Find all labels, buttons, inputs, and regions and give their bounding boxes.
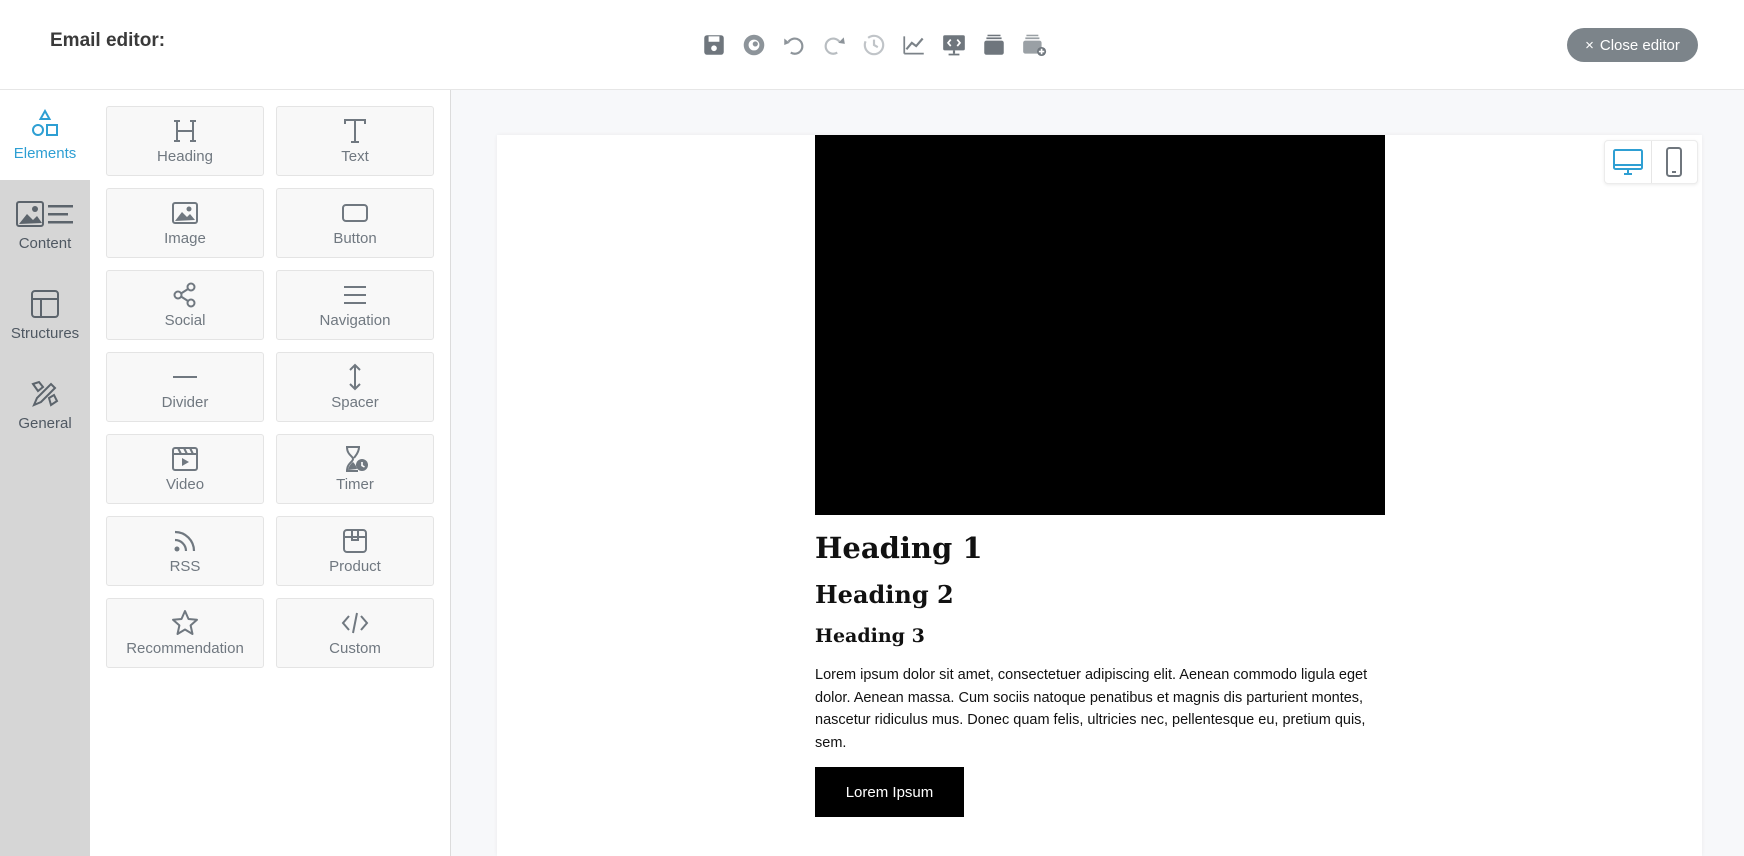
sidebar-item-label: Structures: [10, 324, 80, 342]
element-tile-label: Video: [165, 476, 205, 493]
element-tile-divider[interactable]: Divider: [106, 352, 264, 422]
save-icon: [704, 35, 724, 55]
recommendation-icon: [172, 610, 198, 635]
element-tile-label: Custom: [329, 640, 381, 657]
close-editor-button[interactable]: × Close editor: [1567, 28, 1698, 62]
video-block[interactable]: [815, 135, 1385, 515]
element-tile-video[interactable]: Video: [106, 434, 264, 504]
mobile-icon: [1666, 147, 1683, 177]
preview-icon: [743, 34, 765, 56]
save-template-button[interactable]: [1018, 29, 1050, 61]
navigation-icon: [344, 286, 366, 304]
redo-button[interactable]: [818, 29, 850, 61]
image-icon: [172, 202, 198, 224]
element-tile-label: Image: [164, 230, 206, 247]
email-heading-1[interactable]: Heading 1: [815, 531, 983, 565]
elements-panel: Heading Text Image Button Social Navigat…: [90, 90, 451, 856]
element-tile-label: Navigation: [319, 312, 391, 329]
save-template-icon: [1023, 34, 1047, 57]
close-editor-label: Close editor: [1599, 36, 1680, 54]
top-bar: Email editor: × Close editor: [0, 0, 1744, 90]
email-canvas: Heading 1 Heading 2 Heading 3 Lorem ipsu…: [451, 90, 1744, 856]
editor-title: Email editor:: [50, 30, 166, 51]
email-cta-button[interactable]: Lorem Ipsum: [815, 767, 964, 817]
element-tile-label: Button: [333, 230, 377, 247]
element-tile-custom[interactable]: Custom: [276, 598, 434, 668]
analytics-button[interactable]: [898, 29, 930, 61]
element-tile-label: Spacer: [331, 394, 379, 411]
element-tile-label: Text: [341, 148, 369, 165]
element-tile-rss[interactable]: RSS: [106, 516, 264, 586]
element-tile-button[interactable]: Button: [276, 188, 434, 258]
spacer-icon: [349, 363, 361, 391]
video-icon: [172, 447, 198, 471]
element-tile-product[interactable]: Product: [276, 516, 434, 586]
element-tile-text[interactable]: Text: [276, 106, 434, 176]
code-view-icon: [943, 35, 965, 56]
sidebar-item-general[interactable]: General: [0, 360, 90, 450]
preview-button[interactable]: [738, 29, 770, 61]
divider-icon: [173, 376, 197, 378]
element-tile-label: Timer: [336, 476, 374, 493]
undo-icon: [784, 37, 804, 55]
sidebar-item-content[interactable]: Content: [0, 180, 90, 270]
rss-icon: [174, 530, 196, 552]
toolbar: [698, 28, 1050, 62]
undo-button[interactable]: [778, 29, 810, 61]
history-icon: [863, 34, 885, 56]
templates-button[interactable]: [978, 29, 1010, 61]
element-tile-social[interactable]: Social: [106, 270, 264, 340]
save-button[interactable]: [698, 29, 730, 61]
sidebar-item-elements[interactable]: Elements: [0, 90, 90, 180]
element-tile-label: Social: [164, 312, 206, 329]
element-tile-image[interactable]: Image: [106, 188, 264, 258]
device-toggle: [1604, 140, 1698, 184]
sidebar-item-structures[interactable]: Structures: [0, 270, 90, 360]
desktop-icon: [1612, 149, 1643, 175]
email-paragraph[interactable]: Lorem ipsum dolor sit amet, consectetuer…: [815, 664, 1385, 754]
custom-code-icon: [341, 612, 369, 634]
sidebar-item-label: Content: [18, 234, 72, 252]
element-tile-timer[interactable]: Timer: [276, 434, 434, 504]
product-icon: [343, 529, 367, 553]
element-tile-label: Divider: [161, 394, 209, 411]
heading-icon: [174, 120, 196, 142]
element-tile-label: Heading: [157, 148, 213, 165]
mobile-view-button[interactable]: [1650, 141, 1697, 183]
history-button[interactable]: [858, 29, 890, 61]
text-icon: [344, 119, 366, 143]
sidebar-item-label: General: [18, 414, 72, 432]
element-tile-recommendation[interactable]: Recommendation: [106, 598, 264, 668]
element-tile-spacer[interactable]: Spacer: [276, 352, 434, 422]
templates-icon: [984, 34, 1004, 55]
elements-icon: [32, 108, 58, 136]
element-tile-heading[interactable]: Heading: [106, 106, 264, 176]
email-sheet: Heading 1 Heading 2 Heading 3 Lorem ipsu…: [497, 135, 1702, 856]
analytics-icon: [903, 36, 924, 55]
social-icon: [173, 282, 196, 308]
desktop-view-button[interactable]: [1605, 141, 1651, 183]
sidebar-item-label: Elements: [13, 144, 77, 162]
code-view-button[interactable]: [938, 29, 970, 61]
email-heading-2[interactable]: Heading 2: [815, 580, 954, 609]
general-icon: [31, 380, 59, 407]
email-heading-3[interactable]: Heading 3: [815, 625, 925, 647]
button-icon: [342, 204, 368, 222]
structures-icon: [31, 289, 59, 318]
element-tile-label: RSS: [169, 558, 201, 575]
element-tile-label: Recommendation: [126, 640, 244, 657]
element-tile-navigation[interactable]: Navigation: [276, 270, 434, 340]
sidebar: Elements Content Structures General: [0, 90, 90, 856]
redo-icon: [824, 37, 845, 55]
close-icon: ×: [1585, 36, 1594, 54]
element-tile-label: Product: [329, 558, 381, 575]
content-icon: [16, 200, 73, 227]
timer-icon: [346, 446, 368, 472]
